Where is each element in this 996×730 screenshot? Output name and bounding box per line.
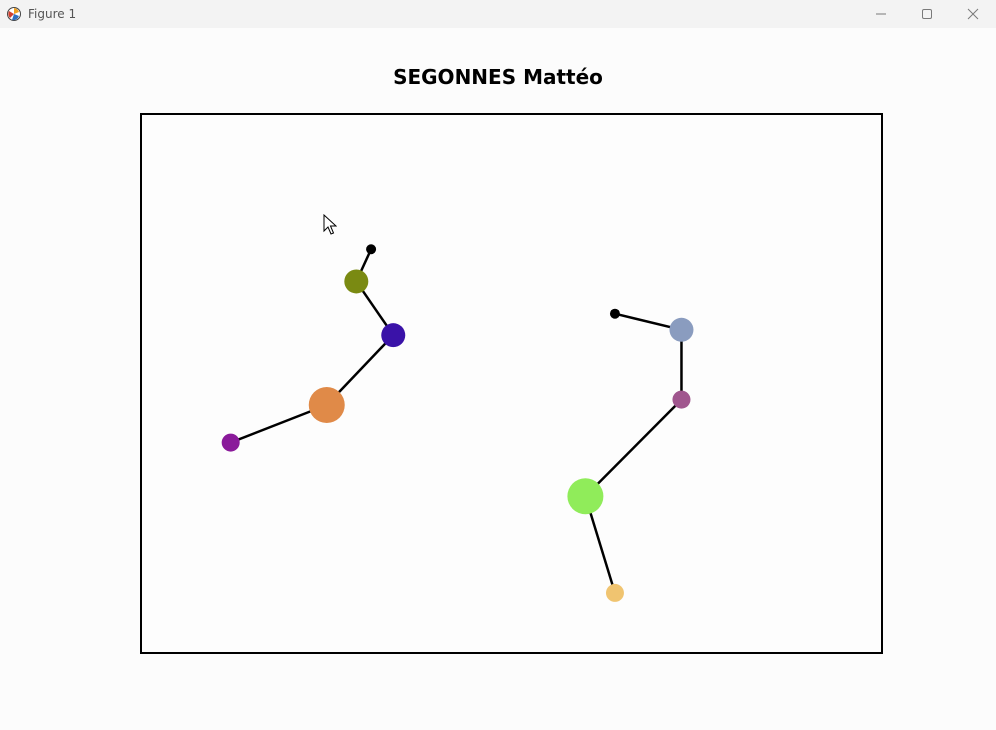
chain-1-node-5 (221, 433, 240, 452)
chain-1-node-3 (381, 323, 406, 348)
chain-1 (221, 244, 406, 452)
window-title: Figure 1 (28, 7, 77, 21)
chain-1-node-4 (308, 386, 345, 423)
window-titlebar: Figure 1 (0, 0, 996, 28)
chain-2-node-5 (605, 583, 624, 602)
minimize-button[interactable] (858, 0, 904, 28)
chain-1-node-1 (366, 244, 377, 255)
chain-2-segment (584, 398, 683, 498)
window-controls (858, 0, 996, 28)
chain-2-node-1 (609, 308, 620, 319)
maximize-icon (922, 9, 932, 19)
chain-2 (567, 308, 694, 602)
maximize-button[interactable] (904, 0, 950, 28)
matplotlib-icon (7, 7, 21, 21)
close-button[interactable] (950, 0, 996, 28)
minimize-icon (876, 13, 886, 15)
figure-title: SEGONNES Mattéo (393, 65, 603, 89)
chain-2-node-4 (567, 478, 604, 515)
figure-canvas[interactable]: SEGONNES Mattéo (0, 28, 996, 730)
chain-1-node-2 (344, 269, 369, 294)
close-icon (967, 8, 979, 20)
mouse-cursor-icon (323, 214, 337, 235)
chain-2-node-2 (669, 317, 694, 342)
chain-2-node-3 (672, 390, 691, 409)
plot-svg (221, 244, 694, 602)
plot-axes[interactable] (140, 113, 883, 654)
